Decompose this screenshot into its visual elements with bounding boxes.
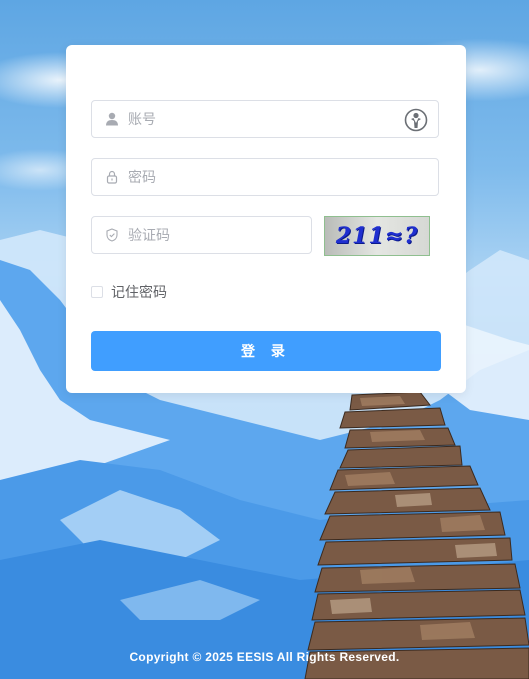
login-page: 211≈? 记住密码 登 录 Copyright © 2025 EESIS Al… [0, 0, 529, 679]
lock-icon [104, 169, 120, 185]
captcha-input[interactable] [128, 217, 298, 253]
login-form-card: 211≈? 记住密码 登 录 [66, 45, 466, 393]
remember-password-label: 记住密码 [111, 284, 167, 300]
user-circle-icon[interactable] [404, 108, 428, 132]
captcha-code: 211≈? [335, 223, 419, 249]
user-icon [104, 111, 120, 127]
password-field[interactable] [91, 158, 439, 196]
copyright-footer: Copyright © 2025 EESIS All Rights Reserv… [129, 650, 400, 664]
checkbox-box[interactable] [91, 286, 103, 298]
shield-icon [104, 227, 120, 243]
remember-password-checkbox[interactable]: 记住密码 [91, 282, 167, 302]
login-button[interactable]: 登 录 [91, 331, 441, 371]
password-input[interactable] [128, 159, 398, 195]
account-input[interactable] [128, 101, 398, 137]
captcha-field[interactable] [91, 216, 312, 254]
account-field[interactable] [91, 100, 439, 138]
captcha-image[interactable]: 211≈? [324, 216, 430, 256]
